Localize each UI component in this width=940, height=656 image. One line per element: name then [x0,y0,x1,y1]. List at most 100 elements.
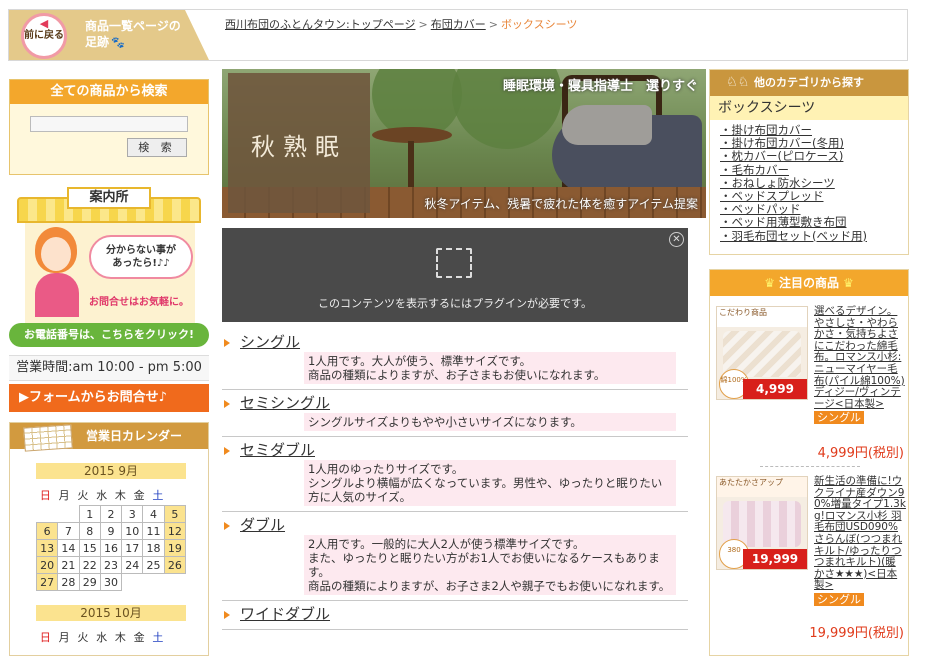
speech-bubble: 分からない事が あったら!♪♪ [89,235,193,279]
close-icon[interactable]: ✕ [669,232,684,247]
back-button[interactable]: ◀ 前に戻る [21,13,67,59]
history-label[interactable]: 商品一覧ページの 足跡 🐾 [85,18,181,51]
size-link[interactable]: ワイドダブル [222,604,688,624]
product-image[interactable]: あたたかさアップ 380 19,999 [716,476,808,570]
current-category: ボックスシーツ [710,96,908,120]
product-description: 新生活の準備に!ウクライナ産ダウン90%増量タイプ1.3kg!ロマンス小杉 羽毛… [814,475,906,592]
weekday-label: 木 [114,489,126,502]
size-item: ワイドダブル [222,601,688,630]
breadcrumb-separator: > [488,18,498,31]
breadcrumb-futon-cover[interactable]: 布団カバー [431,18,486,31]
bubble-line1: 分からない事が [106,245,176,256]
calendar-day [143,574,164,591]
category-item-label: ・掛け布団カバー [720,123,812,137]
weekday-label: 日 [39,631,51,644]
product-image[interactable]: こだわり商品 綿100% 4,999 [716,306,808,400]
size-link[interactable]: ダブル [222,515,688,535]
calendar-day: 4 [142,505,165,523]
weekday-label: 金 [133,489,145,502]
category-item-label: ・掛け布団カバー(冬用) [720,136,844,151]
hero-caption: 秋冬アイテム、残暑で疲れた体を癒すアイテム提案 [424,197,698,211]
history-label-line2: 足跡 [85,35,110,49]
size-item: セミシングル シングルサイズよりもやや小さいサイズになります。 [222,390,688,437]
calendar-day: 5 [163,505,187,523]
product-image-label: あたたかさアップ [717,477,807,497]
product-price: 19,999円(税別) [809,626,904,641]
category-list: ・掛け布団カバー ・掛け布団カバー(冬用) ・枕カバー(ピロケース) ・毛布カバー ・お… [710,120,908,243]
size-link[interactable]: シングル [222,332,688,352]
product-image-label: こだわり商品 [717,307,807,327]
calendar-day: 12 [163,522,187,540]
phone-number-link[interactable]: お電話番号は、こちらをクリック! [9,323,209,347]
weekday-label: 月 [58,631,70,644]
calendar-day: 23 [99,556,123,574]
weekday-label: 日 [39,489,51,502]
size-link[interactable]: セミシングル [222,393,688,413]
size-description: 2人用です。一般的に大人2人が使う標準サイズです。 また、ゆったりと眠りたい方がお… [304,535,676,595]
calendar-day: 27 [35,573,59,591]
hero-tagline: 睡眠環境・寝具指導士 選りすぐ [502,79,698,94]
weekday-label: 金 [133,631,145,644]
product-link[interactable]: 新生活の準備に!ウクライナ産ダウン90%増量タイプ1.3kg!ロマンス小杉 羽毛… [814,475,906,607]
category-heading: ♘♘ 他のカテゴリから探す [710,70,908,96]
calendar-day [37,506,58,523]
calendar-day: 10 [121,522,144,540]
size-item: シングル 1人用です。大人が使う、標準サイズです。 商品の種類によりますが、お子さま… [222,329,688,390]
info-sign: 案内所 [67,187,151,209]
calendar-day: 1 [78,505,101,523]
size-description-line: 商品の種類によりますが、お子さま2人や親子でもお使いになれます。 [308,579,671,593]
size-list: シングル 1人用です。大人が使う、標準サイズです。 商品の種類によりますが、お子さま… [222,329,688,630]
operator-illustration [29,227,83,317]
product-price: 4,999円(税別) [817,446,904,461]
size-description-line: シングルより横幅が広くなっています。男性や、ゆったりと眠りたい方に人気のサイズ。 [308,476,663,504]
business-hours: 営業時間:am 10:00 - pm 5:00 [9,355,209,381]
category-item-label: ・毛布カバー [720,162,789,177]
breadcrumb-home[interactable]: 西川布団のふとんタウン:トップページ [225,18,416,31]
history-tab: ◀ 前に戻る 商品一覧ページの 足跡 🐾 [9,10,209,60]
calendar-day: 26 [163,556,187,574]
weekday-label: 木 [114,631,126,644]
top-bar: ◀ 前に戻る 商品一覧ページの 足跡 🐾 西川布団のふとんタウン:トップページ > 布… [8,9,908,61]
calendar-day: 8 [78,522,101,540]
calendar-day: 19 [163,539,187,557]
plugin-icon [436,248,472,278]
search-button[interactable]: 検 索 [127,138,187,157]
hero-banner[interactable]: 秋熟眠 睡眠環境・寝具指導士 選りすぐ 秋冬アイテム、残暑で疲れた体を癒すアイテ… [222,69,706,218]
calendar-day [58,506,79,523]
month-title: 2015 10月 [36,605,186,621]
product-link[interactable]: 選べるデザイン。やさしさ・やわらかさ・気持ちよさにこだわった綿毛布。ロマンス小杉… [814,305,906,425]
calendar-day: 24 [121,556,144,574]
info-desk-banner[interactable]: 案内所 分からない事が あったら!♪♪ お問合せはお気軽に。 お電話番号は、こち… [9,187,209,349]
weekday-row: 日月火水木金土 [36,487,186,503]
featured-products: ♛ 注目の商品 ♛ こだわり商品 綿100% 4,999 選べるデザイン。やさしさ・… [709,269,909,656]
calendar-day: 15 [78,539,101,557]
calendar-day: 18 [142,539,165,557]
size-description: シングルサイズよりもやや小さいサイズになります。 [304,413,676,431]
calendar-heading: 営業日カレンダー [10,423,208,452]
calendar-week: 12345 [37,505,187,523]
size-description: 1人用のゆったりサイズです。 シングルより横幅が広くなっています。男性や、ゆったり… [304,460,676,506]
category-item-label: ・羽毛布団セット(ベッド用) [720,228,867,243]
category-item[interactable]: ・羽毛布団セット(ベッド用) [720,228,908,243]
weekday-label: 月 [58,489,70,502]
calendar-day: 20 [35,556,59,574]
calendar-day: 9 [99,522,123,540]
operator-body [35,273,79,317]
category-heading-text: 他のカテゴリから探す [754,76,864,89]
search-panel: 全ての商品から検索 検 索 [9,79,209,175]
size-link[interactable]: セミダブル [222,440,688,460]
calendar-day: 22 [78,556,101,574]
contact-form-button[interactable]: ▶フォームからお問合せ♪ [9,384,209,412]
operator-face [41,237,71,271]
weekday-label: 水 [96,489,108,502]
product-image-price: 19,999 [743,549,807,569]
footprints-icon: ♘♘ [726,75,750,90]
bubble-line2: あったら!♪♪ [112,258,170,269]
plugin-placeholder[interactable]: ✕ このコンテンツを表示するにはプラグインが必要です。 [222,228,688,322]
calendar-day: 13 [35,539,59,557]
size-item: セミダブル 1人用のゆったりサイズです。 シングルより横幅が広くなっています。男性や… [222,437,688,512]
search-input[interactable] [30,116,188,132]
product-size-tag: シングル [814,411,864,425]
size-description-line: 商品の種類によりますが、お子さまもお使いになれます。 [308,368,606,382]
weekday-label: 火 [77,631,89,644]
